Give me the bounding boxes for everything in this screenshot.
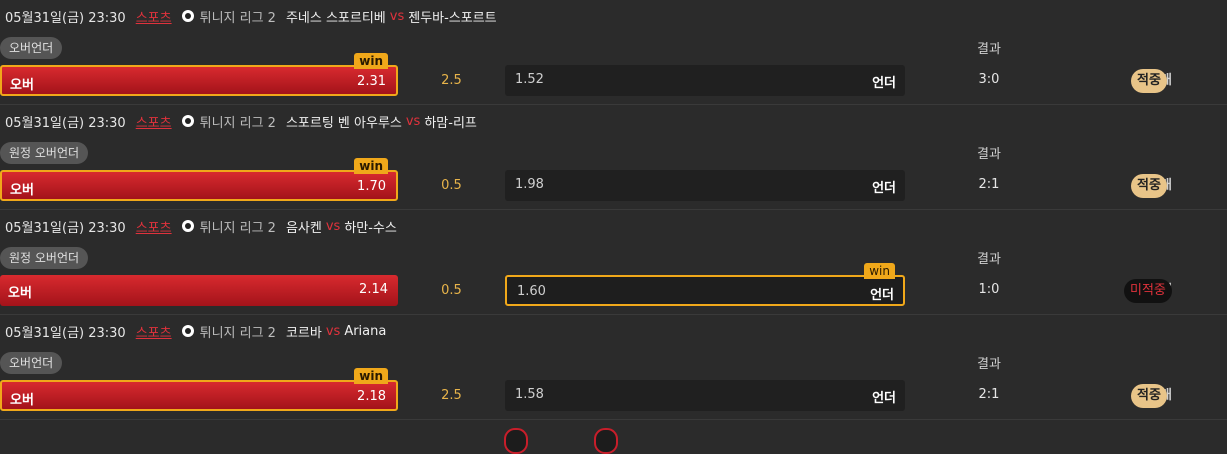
under-odds: 1.98 [515,177,544,192]
over-option[interactable]: win 오버 2.18 [0,368,398,411]
bet-history-list: 05월31일(금) 23:30 스포츠 튀니지 리그 2 주네스 스포르티베 v… [0,0,1227,420]
match-datetime: 05월31일(금) 23:30 [5,325,126,341]
sport-link[interactable]: 스포츠 [136,217,172,236]
league-name: 튀니지 리그 2 [199,325,276,341]
under-label: 언더 [870,288,894,303]
over-label: 오버 [8,286,32,301]
home-team: 코르바 [285,325,322,341]
under-odds: 1.58 [515,387,544,402]
bet-row: 05월31일(금) 23:30 스포츠 튀니지 리그 2 코르바 vs Aria… [0,315,1227,420]
away-team: 하맘-리프 [424,115,477,131]
home-team: 주네스 스포르티베 [285,10,386,26]
under-option[interactable]: 1.58 언더 [505,380,905,411]
status-badge: 적중 [1131,69,1167,93]
soccer-ball-icon [181,10,194,22]
bet-row: 05월31일(금) 23:30 스포츠 튀니지 리그 2 음사켄 vs 하만-수… [0,210,1227,315]
home-team: 음사켄 [285,220,322,236]
over-label: 오버 [10,393,34,408]
under-option[interactable]: 1.52 언더 [505,65,905,96]
match-datetime: 05월31일(금) 23:30 [5,220,126,236]
under-option[interactable]: win 1.60 언더 [505,263,905,306]
over-option[interactable]: win 오버 1.70 [0,158,398,201]
league-name: 튀니지 리그 2 [199,220,276,236]
status-badge: 적중 [1131,384,1167,408]
over-option[interactable]: 오버 2.14 [0,275,398,306]
match-score: 3:0 [978,72,1000,87]
league-name: 튀니지 리그 2 [199,10,276,26]
win-badge: win [354,53,388,69]
handicap-line: 2.5 [403,380,500,411]
match-header: 05월31일(금) 23:30 스포츠 튀니지 리그 2 주네스 스포르티베 v… [5,7,497,26]
handicap-line: 0.5 [403,275,500,306]
sport-link[interactable]: 스포츠 [136,7,172,26]
under-label: 언더 [872,181,896,196]
win-badge: win [354,368,388,384]
win-badge: win [354,158,388,174]
delete-button[interactable] [504,428,528,454]
league-name: 튀니지 리그 2 [199,115,276,131]
market-type-badge: 원정 오버언더 [0,142,89,164]
soccer-ball-icon [181,220,194,232]
match-header: 05월31일(금) 23:30 스포츠 튀니지 리그 2 스포르팅 벤 아우루스… [5,112,477,131]
bet-row: 05월31일(금) 23:30 스포츠 튀니지 리그 2 주네스 스포르티베 v… [0,0,1227,105]
result-header: 결과 [977,42,1001,57]
bet-row: 05월31일(금) 23:30 스포츠 튀니지 리그 2 스포르팅 벤 아우루스… [0,105,1227,210]
under-option[interactable]: 1.98 언더 [505,170,905,201]
market-type-badge: 오버언더 [0,352,63,374]
result-header: 결과 [977,252,1001,267]
under-label: 언더 [872,76,896,91]
handicap-line: 0.5 [403,170,500,201]
match-score: 2:1 [978,387,1000,402]
match-datetime: 05월31일(금) 23:30 [5,10,126,26]
result-header: 결과 [977,147,1001,162]
sport-link[interactable]: 스포츠 [136,322,172,341]
win-badge: win [864,263,895,279]
handicap-line: 2.5 [403,65,500,96]
over-odds: 2.14 [359,282,388,297]
market-type-badge: 원정 오버언더 [0,247,89,269]
status-badge: 적중 [1131,174,1167,198]
footer-actions [0,428,1227,454]
over-odds: 2.18 [357,389,386,404]
soccer-ball-icon [181,115,194,127]
soccer-ball-icon [181,325,194,337]
customer-center-button[interactable] [594,428,618,454]
match-header: 05월31일(금) 23:30 스포츠 튀니지 리그 2 코르바 vs Aria… [5,322,387,341]
match-datetime: 05월31일(금) 23:30 [5,115,126,131]
match-header: 05월31일(금) 23:30 스포츠 튀니지 리그 2 음사켄 vs 하만-수… [5,217,397,236]
away-team: 젠두바-스포르트 [408,10,497,26]
result-header: 결과 [977,357,1001,372]
vs-label: vs [389,8,405,24]
under-label: 언더 [872,391,896,406]
over-option[interactable]: win 오버 2.31 [0,53,398,96]
match-score: 1:0 [978,282,1000,297]
vs-label: vs [325,218,341,234]
away-team: 하만-수스 [344,220,397,236]
match-score: 2:1 [978,177,1000,192]
over-odds: 1.70 [357,179,386,194]
sport-link[interactable]: 스포츠 [136,112,172,131]
over-label: 오버 [10,183,34,198]
over-odds: 2.31 [357,74,386,89]
over-label: 오버 [10,78,34,93]
status-badge: 미적중 [1124,279,1172,303]
vs-label: vs [405,113,421,129]
under-odds: 1.60 [517,284,546,299]
home-team: 스포르팅 벤 아우루스 [285,115,402,131]
away-team: Ariana [344,323,387,339]
under-odds: 1.52 [515,72,544,87]
market-type-badge: 오버언더 [0,37,63,59]
vs-label: vs [325,323,341,339]
